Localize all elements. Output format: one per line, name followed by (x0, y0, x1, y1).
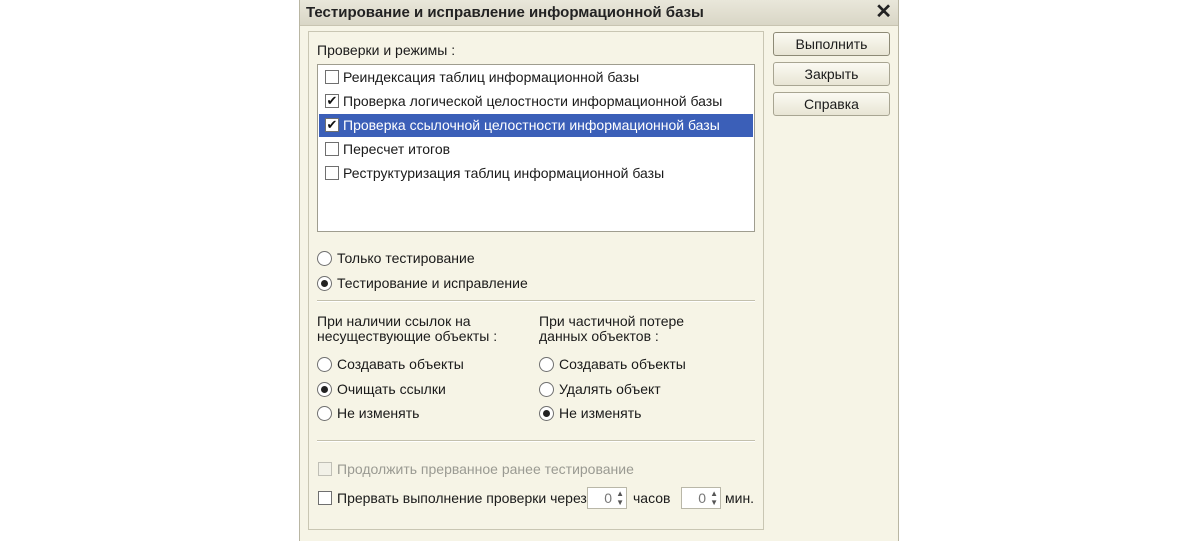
spin-arrows-icon[interactable]: ▲ ▼ (710, 489, 718, 507)
reindex-checkbox[interactable] (325, 70, 339, 84)
title-bar: Тестирование и исправление информационно… (300, 0, 898, 26)
options-panel: Проверки и режимы : Реиндексация таблиц … (308, 31, 764, 530)
list-item-label: Проверка логической целостности информац… (343, 93, 723, 109)
minutes-label: мин. (725, 490, 755, 506)
checks-list[interactable]: Реиндексация таблиц информационной базы … (317, 64, 755, 232)
run-button[interactable]: Выполнить (773, 32, 890, 56)
list-item-label: Реиндексация таблиц информационной базы (343, 69, 640, 85)
refs-no-change-radio[interactable] (317, 406, 332, 421)
list-item-label: Проверка ссылочной целостности информаци… (343, 117, 720, 133)
restructure-checkbox[interactable] (325, 166, 339, 180)
list-item-reference-integrity[interactable]: ✔ Проверка ссылочной целостности информа… (319, 114, 753, 137)
test-repair-dialog: Тестирование и исправление информационно… (299, 0, 899, 541)
list-item-restructure[interactable]: Реструктуризация таблиц информационной б… (319, 162, 753, 185)
test-only-radio[interactable] (317, 251, 332, 266)
loss-create-objects-radio[interactable] (539, 357, 554, 372)
list-item-label: Реструктуризация таблиц информационной б… (343, 165, 665, 181)
dialog-title: Тестирование и исправление информационно… (306, 4, 704, 21)
checks-label: Проверки и режимы : (317, 42, 456, 58)
list-item-recalc-totals[interactable]: Пересчет итогов (319, 138, 753, 161)
separator (317, 300, 755, 302)
separator (317, 440, 755, 442)
loss-no-change-label: Не изменять (559, 405, 642, 421)
spin-arrows-icon[interactable]: ▲ ▼ (616, 489, 624, 507)
reference-integrity-checkbox[interactable]: ✔ (325, 118, 339, 132)
interrupt-checkbox[interactable] (318, 491, 332, 505)
loss-delete-object-label: Удалять объект (559, 381, 661, 397)
test-and-repair-radio[interactable] (317, 276, 332, 291)
help-button[interactable]: Справка (773, 92, 890, 116)
list-item-label: Пересчет итогов (343, 141, 451, 157)
interrupt-label: Прервать выполнение проверки через (337, 490, 587, 506)
refs-no-change-label: Не изменять (337, 405, 420, 421)
minutes-spinner[interactable]: 0 ▲ ▼ (681, 487, 721, 509)
refs-clear-links-radio[interactable] (317, 382, 332, 397)
loss-delete-object-radio[interactable] (539, 382, 554, 397)
continue-testing-checkbox[interactable] (318, 462, 332, 476)
loss-create-objects-label: Создавать объекты (559, 356, 686, 372)
minutes-value: 0 (698, 490, 706, 506)
continue-testing-label: Продолжить прерванное ранее тестирование (337, 461, 634, 477)
loss-no-change-radio[interactable] (539, 406, 554, 421)
hours-spinner[interactable]: 0 ▲ ▼ (587, 487, 627, 509)
hours-label: часов (633, 490, 671, 506)
close-icon[interactable]: ✕ (875, 1, 892, 23)
list-item-logical-integrity[interactable]: ✔ Проверка логической целостности информ… (319, 90, 753, 113)
close-button[interactable]: Закрыть (773, 62, 890, 86)
logical-integrity-checkbox[interactable]: ✔ (325, 94, 339, 108)
test-only-label: Только тестирование (337, 250, 475, 266)
refs-heading-line2: несуществующие объекты : (317, 328, 498, 344)
test-and-repair-label: Тестирование и исправление (337, 275, 528, 291)
refs-create-objects-label: Создавать объекты (337, 356, 464, 372)
hours-value: 0 (604, 490, 612, 506)
refs-create-objects-radio[interactable] (317, 357, 332, 372)
loss-heading-line1: При частичной потере (539, 313, 685, 329)
loss-heading-line2: данных объектов : (539, 328, 659, 344)
refs-clear-links-label: Очищать ссылки (337, 381, 446, 397)
refs-heading-line1: При наличии ссылок на (317, 313, 471, 329)
list-item-reindex[interactable]: Реиндексация таблиц информационной базы (319, 66, 753, 89)
recalc-totals-checkbox[interactable] (325, 142, 339, 156)
